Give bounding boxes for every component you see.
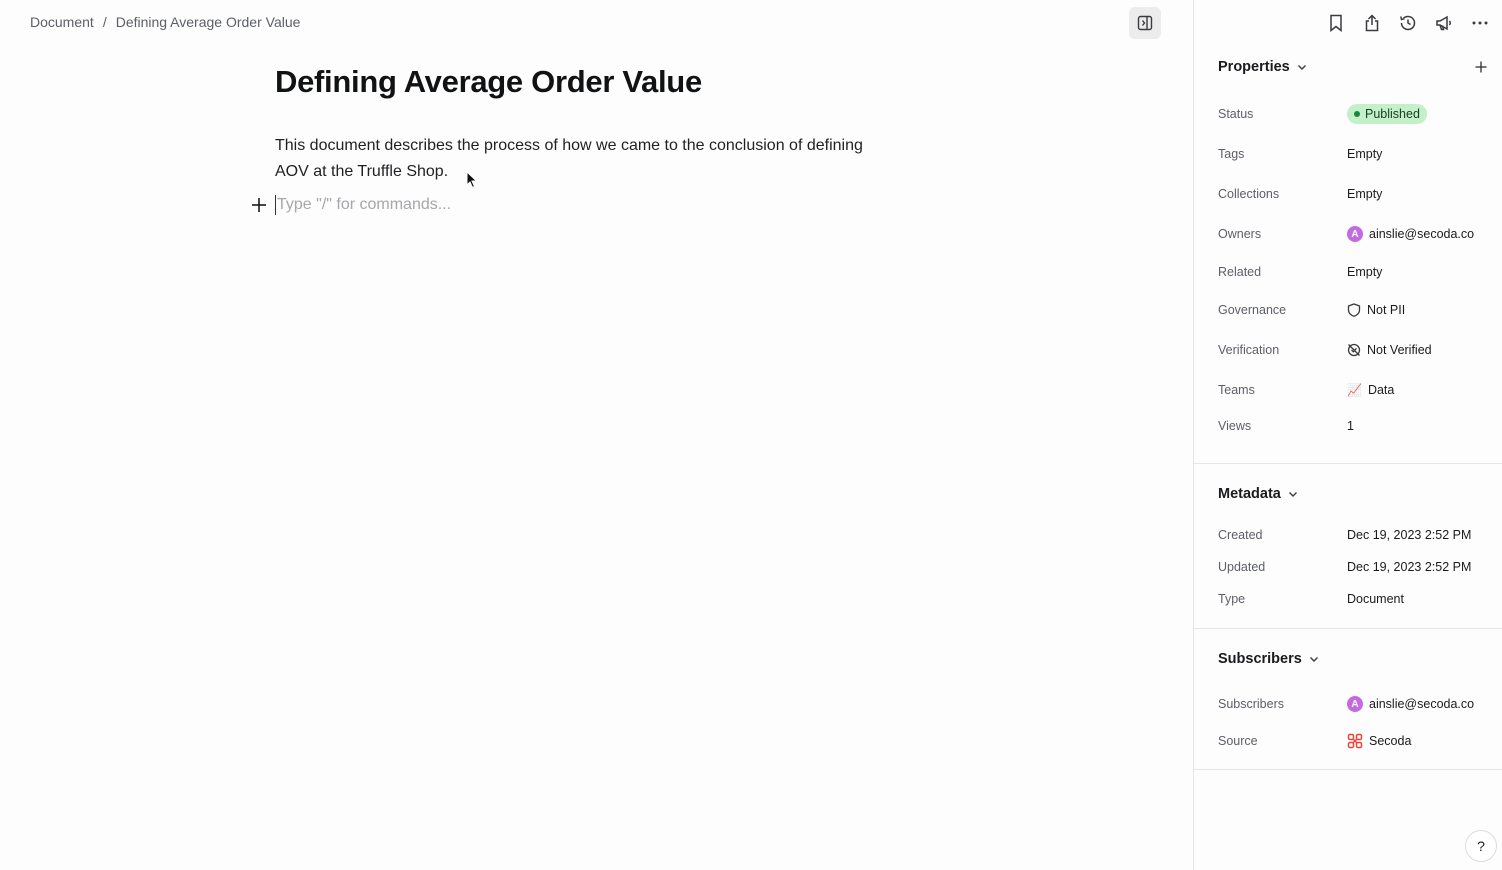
divider bbox=[1194, 463, 1502, 464]
more-icon[interactable] bbox=[1470, 13, 1490, 33]
property-teams: Teams 📈 Data bbox=[1218, 383, 1488, 397]
subscribers-header[interactable]: Subscribers bbox=[1218, 651, 1319, 667]
tags-value[interactable]: Empty bbox=[1347, 147, 1382, 161]
main-content: Document / Defining Average Order Value … bbox=[0, 0, 1193, 870]
property-label: Collections bbox=[1218, 187, 1280, 201]
metadata-label: Created bbox=[1218, 528, 1263, 542]
created-value: Dec 19, 2023 2:52 PM bbox=[1347, 528, 1472, 542]
source-text: Secoda bbox=[1369, 734, 1412, 748]
bookmark-icon[interactable] bbox=[1326, 13, 1346, 33]
chevron-down-icon bbox=[1297, 65, 1306, 70]
add-block-button[interactable] bbox=[250, 196, 268, 214]
team-name: Data bbox=[1367, 383, 1395, 397]
avatar: A bbox=[1347, 696, 1363, 712]
governance-value[interactable]: Not PII bbox=[1347, 303, 1405, 317]
properties-sidebar: Properties Status Published Tags Empty C… bbox=[1193, 0, 1502, 870]
property-label: Verification bbox=[1218, 343, 1280, 357]
verification-value[interactable]: Not Verified bbox=[1347, 343, 1432, 357]
subscribers-label: Subscribers bbox=[1218, 697, 1284, 711]
property-label: Owners bbox=[1218, 227, 1262, 241]
add-property-button[interactable] bbox=[1472, 58, 1490, 76]
property-label: Related bbox=[1218, 265, 1262, 279]
properties-title: Properties bbox=[1218, 59, 1290, 75]
property-governance: Governance Not PII bbox=[1218, 303, 1488, 317]
type-value: Document bbox=[1347, 592, 1404, 606]
share-icon[interactable] bbox=[1362, 13, 1382, 33]
updated-value: Dec 19, 2023 2:52 PM bbox=[1347, 560, 1472, 574]
history-icon[interactable] bbox=[1398, 13, 1418, 33]
property-related: Related Empty bbox=[1218, 265, 1488, 279]
toggle-sidebar-button[interactable] bbox=[1129, 7, 1161, 39]
metadata-header[interactable]: Metadata bbox=[1218, 486, 1298, 502]
property-owners: Owners A ainslie@secoda.co bbox=[1218, 226, 1488, 242]
status-badge[interactable]: Published bbox=[1347, 104, 1427, 124]
collections-value[interactable]: Empty bbox=[1347, 187, 1382, 201]
property-label: Teams bbox=[1218, 383, 1255, 397]
property-collections: Collections Empty bbox=[1218, 187, 1488, 201]
property-label: Status bbox=[1218, 107, 1254, 121]
plus-icon bbox=[1475, 61, 1487, 73]
owners-value[interactable]: A ainslie@secoda.co bbox=[1347, 226, 1474, 242]
sidebar-toggle-icon bbox=[1137, 15, 1153, 31]
page-title[interactable]: Defining Average Order Value bbox=[275, 64, 702, 100]
metadata-label: Type bbox=[1218, 592, 1246, 606]
metadata-updated: Updated Dec 19, 2023 2:52 PM bbox=[1218, 560, 1488, 574]
sidebar-toolbar bbox=[1326, 13, 1490, 33]
secoda-logo-icon bbox=[1347, 733, 1363, 749]
editor-input[interactable]: Type "/" for commands... bbox=[275, 195, 451, 215]
unverified-icon bbox=[1347, 343, 1361, 357]
metadata-created: Created Dec 19, 2023 2:52 PM bbox=[1218, 528, 1488, 542]
related-value[interactable]: Empty bbox=[1347, 265, 1382, 279]
status-value: Published bbox=[1365, 107, 1420, 121]
breadcrumb-separator: / bbox=[102, 14, 107, 30]
breadcrumb: Document / Defining Average Order Value bbox=[30, 14, 300, 30]
owner-email: ainslie@secoda.co bbox=[1369, 227, 1475, 241]
source-value[interactable]: Secoda bbox=[1347, 733, 1411, 749]
breadcrumb-current[interactable]: Defining Average Order Value bbox=[116, 14, 301, 30]
avatar: A bbox=[1347, 226, 1363, 242]
chart-increasing-icon: 📈 bbox=[1347, 383, 1362, 397]
subscriber-value[interactable]: A ainslie@secoda.co bbox=[1347, 696, 1474, 712]
status-dot-icon bbox=[1354, 111, 1360, 117]
property-label: Tags bbox=[1218, 147, 1245, 161]
views-value: 1 bbox=[1347, 419, 1354, 433]
subscribers-title: Subscribers bbox=[1218, 651, 1302, 667]
plus-icon bbox=[252, 198, 266, 212]
property-status: Status Published bbox=[1218, 104, 1488, 124]
properties-header[interactable]: Properties bbox=[1218, 59, 1307, 75]
property-verification: Verification Not Verified bbox=[1218, 343, 1488, 357]
mouse-cursor-icon bbox=[466, 170, 478, 194]
divider bbox=[1194, 628, 1502, 629]
source-label: Source bbox=[1218, 734, 1258, 748]
metadata-type: Type Document bbox=[1218, 592, 1488, 606]
source-row: Source Secoda bbox=[1218, 733, 1488, 749]
divider bbox=[1194, 769, 1502, 770]
property-label: Views bbox=[1218, 419, 1252, 433]
subscriber-email: ainslie@secoda.co bbox=[1369, 697, 1475, 711]
verification-text: Not Verified bbox=[1367, 343, 1432, 357]
announcement-icon[interactable] bbox=[1434, 13, 1454, 33]
chevron-down-icon bbox=[1288, 492, 1297, 497]
metadata-label: Updated bbox=[1218, 560, 1266, 574]
teams-value[interactable]: 📈 Data bbox=[1347, 383, 1394, 397]
subscribers-row: Subscribers A ainslie@secoda.co bbox=[1218, 696, 1488, 712]
property-label: Governance bbox=[1218, 303, 1287, 317]
document-paragraph[interactable]: This document describes the process of h… bbox=[275, 133, 895, 185]
help-button[interactable]: ? bbox=[1465, 830, 1497, 862]
property-views: Views 1 bbox=[1218, 419, 1488, 433]
metadata-title: Metadata bbox=[1218, 486, 1281, 502]
property-tags: Tags Empty bbox=[1218, 147, 1488, 161]
shield-icon bbox=[1347, 303, 1361, 317]
chevron-down-icon bbox=[1309, 657, 1318, 662]
breadcrumb-root[interactable]: Document bbox=[30, 14, 94, 30]
governance-text: Not PII bbox=[1367, 303, 1406, 317]
